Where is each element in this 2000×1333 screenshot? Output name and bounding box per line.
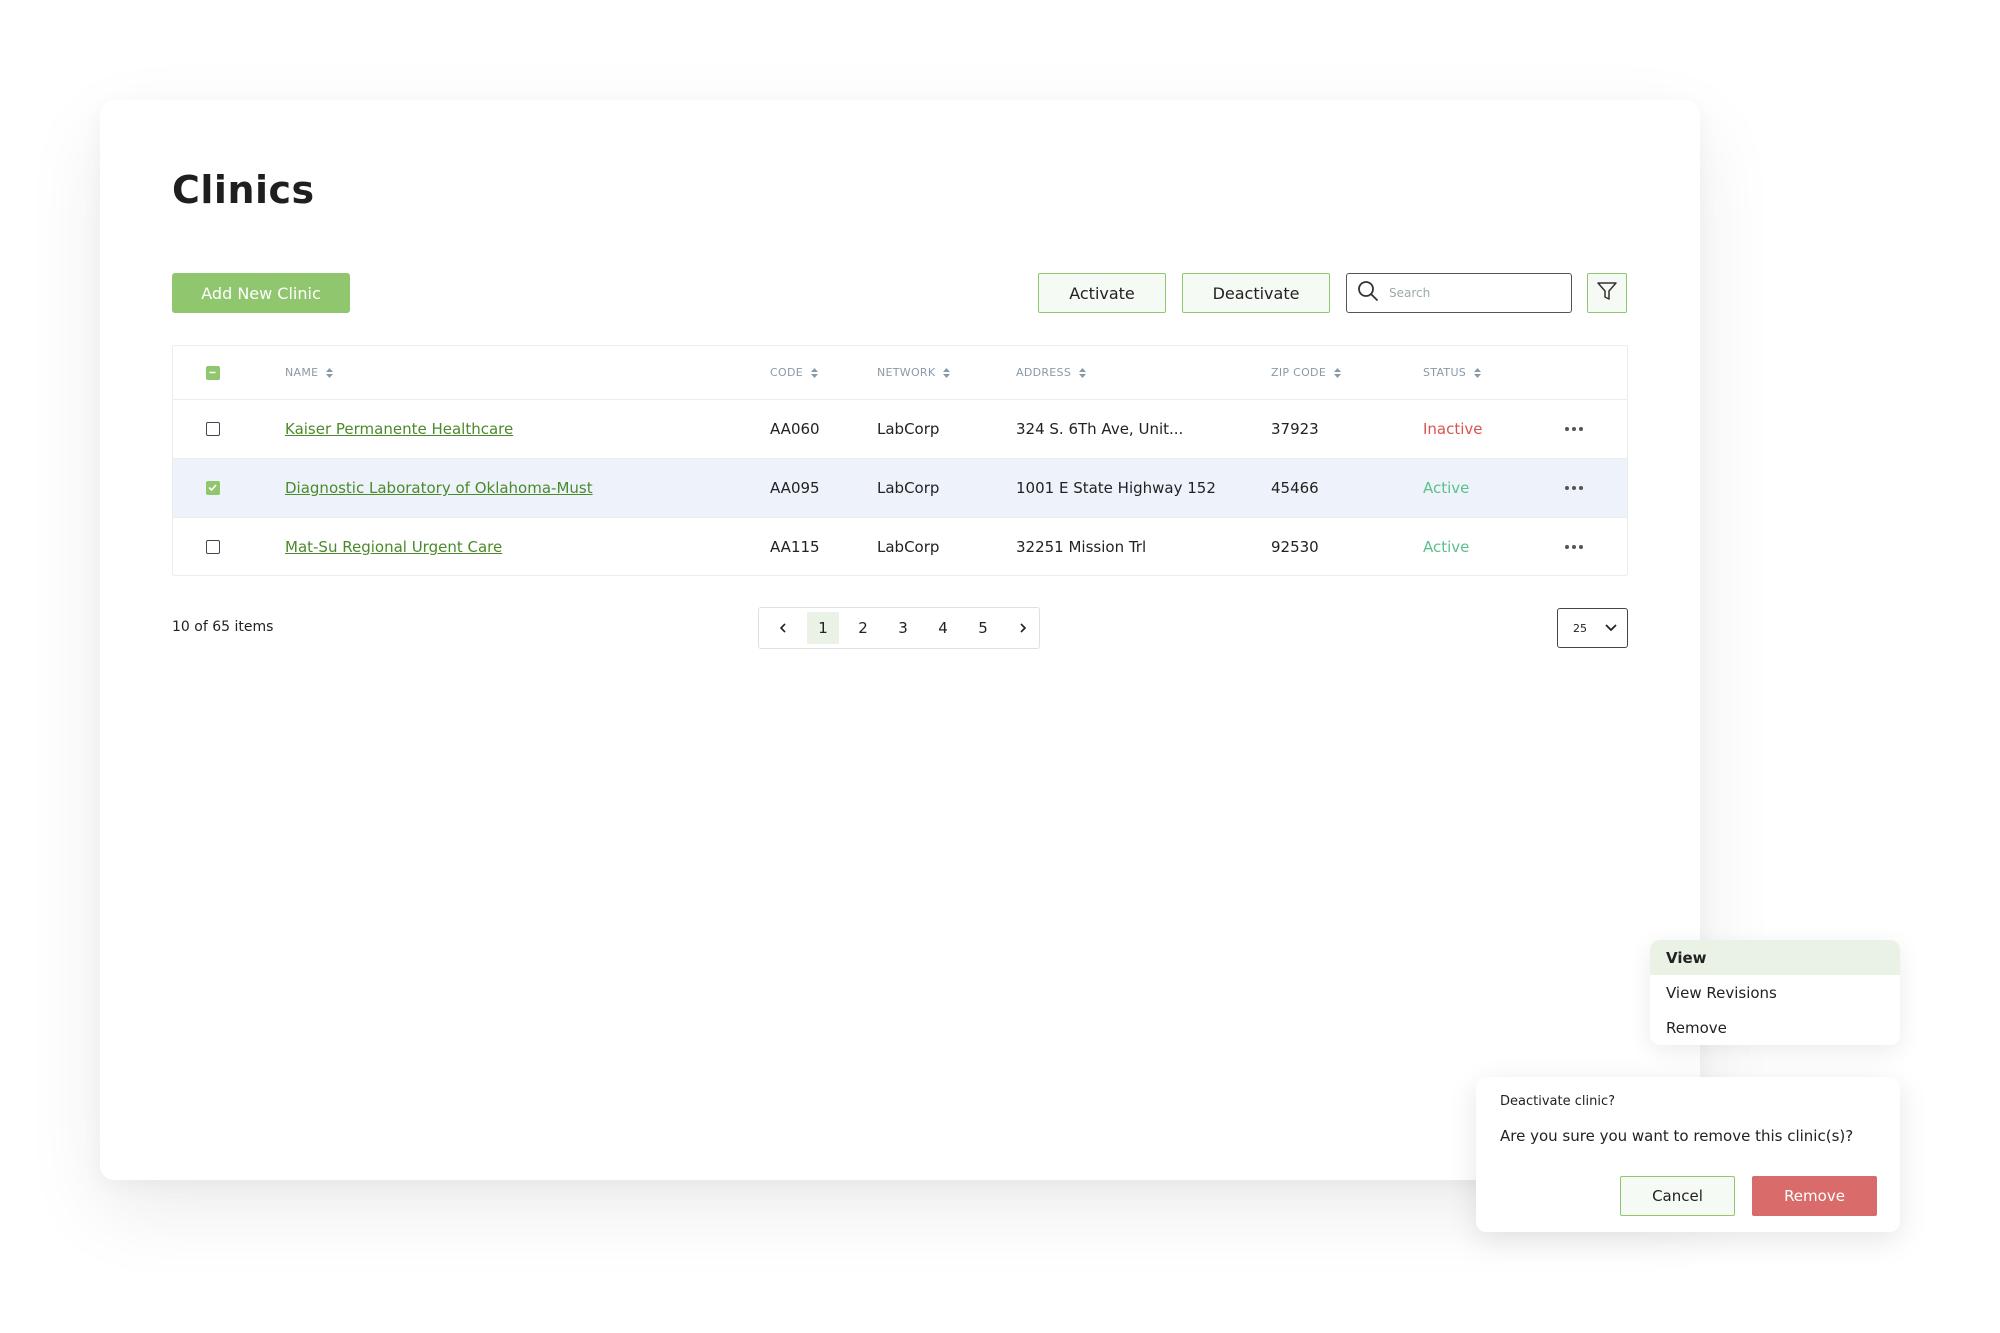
items-count: 10 of 65 items xyxy=(172,619,274,635)
column-header-address[interactable]: ADDRESS xyxy=(1016,366,1087,379)
activate-button[interactable]: Activate xyxy=(1038,273,1166,313)
table-row: Mat-Su Regional Urgent Care AA115 LabCor… xyxy=(173,518,1627,575)
remove-button[interactable]: Remove xyxy=(1752,1176,1877,1216)
deactivate-button[interactable]: Deactivate xyxy=(1182,273,1330,313)
clinic-network: LabCorp xyxy=(877,538,940,556)
menu-item-remove[interactable]: Remove xyxy=(1650,1010,1900,1045)
page-button-4[interactable]: 4 xyxy=(927,612,959,644)
sort-icon xyxy=(1474,367,1482,378)
status-badge: Active xyxy=(1423,479,1470,497)
status-badge: Inactive xyxy=(1423,420,1483,438)
search-input[interactable] xyxy=(1389,286,1549,300)
clinics-table: NAME CODE NETWORK ADDRESS ZIP CODE STATU… xyxy=(172,345,1628,576)
clinic-name-link[interactable]: Diagnostic Laboratory of Oklahoma-Must xyxy=(285,479,593,497)
next-page-button[interactable] xyxy=(1007,612,1039,644)
menu-item-view-revisions[interactable]: View Revisions xyxy=(1650,975,1900,1010)
clinic-code: AA095 xyxy=(770,479,820,497)
table-row: Diagnostic Laboratory of Oklahoma-Must A… xyxy=(173,459,1627,518)
more-actions-icon[interactable] xyxy=(1565,427,1583,431)
select-all-checkbox[interactable] xyxy=(206,366,220,380)
row-checkbox[interactable] xyxy=(206,481,220,495)
menu-item-view[interactable]: View xyxy=(1650,940,1900,975)
clinic-address: 1001 E State Highway 152 xyxy=(1016,479,1216,497)
column-header-network[interactable]: NETWORK xyxy=(877,366,951,379)
clinic-name-link[interactable]: Mat-Su Regional Urgent Care xyxy=(285,538,502,556)
clinic-address: 32251 Mission Trl xyxy=(1016,538,1147,556)
clinic-zip: 45466 xyxy=(1271,479,1319,497)
cancel-button[interactable]: Cancel xyxy=(1620,1176,1735,1216)
page-title: Clinics xyxy=(172,168,315,212)
page-button-2[interactable]: 2 xyxy=(847,612,879,644)
deactivate-dialog: Deactivate clinic? Are you sure you want… xyxy=(1476,1077,1900,1232)
page-size-value: 25 xyxy=(1573,621,1587,635)
clinic-address: 324 S. 6Th Ave, Unit... xyxy=(1016,420,1184,438)
row-checkbox[interactable] xyxy=(206,422,220,436)
clinic-network: LabCorp xyxy=(877,420,940,438)
column-header-code[interactable]: CODE xyxy=(770,366,818,379)
sort-icon xyxy=(943,367,951,378)
search-icon xyxy=(1357,280,1379,306)
prev-page-button[interactable] xyxy=(767,612,799,644)
clinic-network: LabCorp xyxy=(877,479,940,497)
clinic-code: AA115 xyxy=(770,538,820,556)
sort-icon xyxy=(1334,367,1342,378)
clinic-code: AA060 xyxy=(770,420,820,438)
add-new-clinic-button[interactable]: Add New Clinic xyxy=(172,273,350,313)
pagination: 1 2 3 4 5 xyxy=(758,607,1040,649)
column-header-name[interactable]: NAME xyxy=(285,366,334,379)
clinic-zip: 37923 xyxy=(1271,420,1319,438)
column-header-status[interactable]: STATUS xyxy=(1423,366,1482,379)
sort-icon xyxy=(326,367,334,378)
row-checkbox[interactable] xyxy=(206,540,220,554)
page-button-3[interactable]: 3 xyxy=(887,612,919,644)
page-button-5[interactable]: 5 xyxy=(967,612,999,644)
sort-icon xyxy=(810,367,818,378)
clinic-name-link[interactable]: Kaiser Permanente Healthcare xyxy=(285,420,513,438)
row-actions-menu: View View Revisions Remove xyxy=(1650,940,1900,1045)
page-size-select[interactable]: 25 xyxy=(1557,608,1628,648)
more-actions-icon[interactable] xyxy=(1565,486,1583,490)
dialog-title: Deactivate clinic? xyxy=(1500,1094,1615,1109)
search-box[interactable] xyxy=(1346,273,1572,313)
table-row: Kaiser Permanente Healthcare AA060 LabCo… xyxy=(173,400,1627,459)
status-badge: Active xyxy=(1423,538,1470,556)
chevron-down-icon xyxy=(1605,624,1617,632)
filter-icon xyxy=(1596,280,1618,306)
filter-button[interactable] xyxy=(1587,273,1627,313)
column-header-zip[interactable]: ZIP CODE xyxy=(1271,366,1342,379)
clinic-zip: 92530 xyxy=(1271,538,1319,556)
sort-icon xyxy=(1079,367,1087,378)
more-actions-icon[interactable] xyxy=(1565,545,1583,549)
table-header: NAME CODE NETWORK ADDRESS ZIP CODE STATU… xyxy=(173,346,1627,400)
page-button-1[interactable]: 1 xyxy=(807,612,839,644)
chevron-right-icon xyxy=(1020,623,1027,633)
chevron-left-icon xyxy=(779,623,786,633)
dialog-message: Are you sure you want to remove this cli… xyxy=(1500,1127,1854,1145)
